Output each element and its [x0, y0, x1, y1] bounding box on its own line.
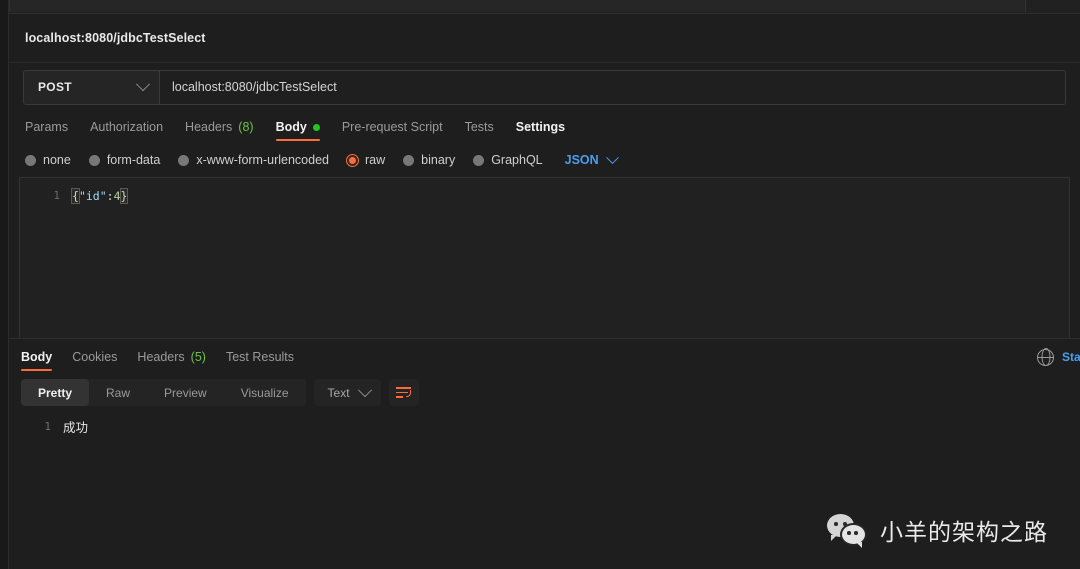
response-tab-cookies[interactable]: Cookies [72, 350, 117, 373]
response-view-mode-group: Pretty Raw Preview Visualize [21, 379, 306, 406]
body-type-raw[interactable]: raw [347, 153, 385, 167]
body-type-graphql[interactable]: GraphQL [473, 153, 543, 167]
token-value: 4 [113, 188, 121, 203]
request-editor-wrap: 1 {"id":4} [9, 177, 1080, 338]
body-type-options: none form-data x-www-form-urlencoded raw… [9, 143, 1080, 177]
chevron-down-icon [357, 382, 372, 397]
response-body[interactable]: 1 成功 [9, 412, 1080, 569]
word-wrap-icon [396, 387, 412, 398]
chevron-down-icon [605, 150, 619, 164]
tab-headers-label: Headers [185, 120, 233, 134]
body-format-label: JSON [564, 153, 599, 167]
body-type-form-data[interactable]: form-data [88, 153, 161, 167]
body-type-binary[interactable]: binary [403, 153, 455, 167]
view-mode-preview[interactable]: Preview [147, 379, 224, 406]
body-type-urlencoded-label: x-www-form-urlencoded [196, 153, 329, 167]
tab-tests[interactable]: Tests [465, 120, 494, 143]
response-tabs-row: Body Cookies Headers (5) Test Results St… [9, 337, 1080, 373]
radio-selected-icon [347, 154, 358, 166]
tab-pre-request-script-label: Pre-request Script [341, 120, 443, 134]
response-tab-test-results[interactable]: Test Results [226, 350, 294, 373]
tab-authorization-label: Authorization [90, 120, 164, 134]
response-tab-headers[interactable]: Headers (5) [137, 350, 206, 373]
url-bar-row: POST localhost:8080/jdbcTestSelect [9, 63, 1080, 111]
main-content: localhost:8080/jdbcTestSelect POST local… [9, 0, 1080, 569]
body-type-raw-label: raw [365, 153, 386, 167]
body-type-urlencoded[interactable]: x-www-form-urlencoded [178, 153, 329, 167]
view-mode-visualize[interactable]: Visualize [224, 379, 306, 406]
response-format-label: Text [327, 385, 350, 400]
tab-pre-request-script[interactable]: Pre-request Script [342, 120, 443, 143]
line-number: 1 [53, 189, 60, 202]
token-close-brace: } [119, 187, 129, 204]
code-content: {"id":4} [71, 187, 129, 204]
view-mode-pretty[interactable]: Pretty [21, 379, 90, 406]
url-input[interactable]: localhost:8080/jdbcTestSelect [160, 70, 1065, 104]
radio-icon [88, 154, 100, 166]
open-request-tab[interactable] [9, 0, 1026, 12]
token-colon: : [106, 188, 114, 203]
tab-body[interactable]: Body [275, 120, 321, 143]
body-type-none-label: none [43, 153, 71, 167]
tab-params-label: Params [25, 120, 69, 134]
response-status-label: Sta [1062, 350, 1080, 364]
radio-icon [25, 154, 36, 166]
response-status-area: Sta [1036, 348, 1080, 366]
page-title: localhost:8080/jdbcTestSelect [25, 31, 206, 45]
globe-icon [1036, 348, 1055, 366]
tab-settings-label: Settings [515, 120, 566, 134]
body-type-form-data-label: form-data [106, 153, 161, 167]
tab-tests-label: Tests [464, 120, 494, 134]
chevron-down-icon [135, 77, 151, 92]
response-tab-test-results-label: Test Results [225, 349, 295, 364]
request-title-row: localhost:8080/jdbcTestSelect [9, 14, 1080, 63]
response-toolbar: Pretty Raw Preview Visualize Text [9, 372, 1080, 413]
radio-icon [473, 154, 485, 166]
body-type-binary-label: binary [421, 153, 456, 167]
http-method-select[interactable]: POST [24, 70, 160, 104]
response-tab-headers-count: (5) [190, 349, 206, 364]
token-key: "id" [78, 188, 107, 203]
body-format-select[interactable]: JSON [564, 150, 619, 167]
postman-window: localhost:8080/jdbcTestSelect POST local… [0, 0, 1080, 569]
view-mode-raw[interactable]: Raw [89, 379, 147, 406]
request-body-editor[interactable]: 1 {"id":4} [19, 177, 1070, 338]
response-tab-body-label: Body [21, 349, 53, 364]
tab-headers[interactable]: Headers (8) [185, 120, 254, 143]
body-type-graphql-label: GraphQL [491, 153, 543, 167]
response-tab-body[interactable]: Body [21, 349, 53, 373]
left-sidebar-rail [0, 0, 9, 569]
tab-headers-count: (8) [238, 120, 254, 134]
response-line: 1 成功 [9, 417, 1080, 437]
tab-params[interactable]: Params [25, 120, 68, 143]
request-tabs: Params Authorization Headers (8) Body Pr… [9, 111, 1080, 143]
tab-strip [9, 0, 1080, 14]
radio-icon [403, 154, 415, 166]
tab-authorization[interactable]: Authorization [90, 120, 163, 143]
response-tab-headers-label: Headers [137, 349, 185, 364]
url-bar: POST localhost:8080/jdbcTestSelect [23, 69, 1066, 105]
tab-settings[interactable]: Settings [516, 120, 565, 143]
word-wrap-button[interactable] [388, 379, 419, 406]
body-modified-dot-icon [312, 123, 320, 131]
response-format-select[interactable]: Text [313, 379, 381, 406]
response-tabs: Body Cookies Headers (5) Test Results [21, 350, 294, 373]
response-line-text: 成功 [63, 420, 89, 435]
response-line-number: 1 [44, 420, 51, 433]
tab-body-label: Body [275, 120, 307, 134]
body-type-none[interactable]: none [25, 153, 71, 167]
token-open-brace: { [71, 187, 80, 204]
response-tab-cookies-label: Cookies [72, 349, 118, 364]
radio-icon [178, 154, 190, 166]
http-method-label: POST [38, 80, 72, 94]
code-line: 1 {"id":4} [20, 178, 1069, 205]
